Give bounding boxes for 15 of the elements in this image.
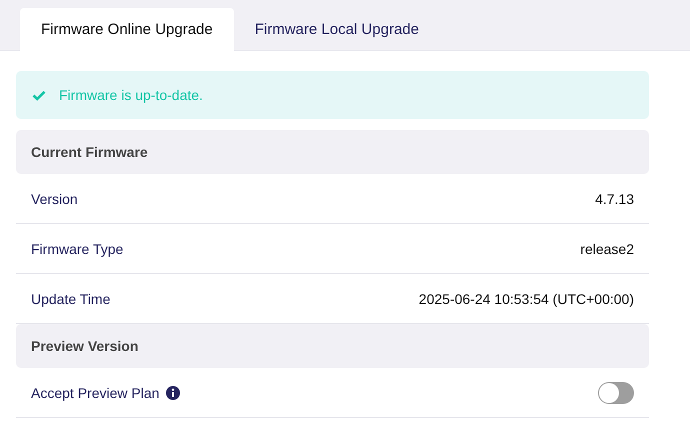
field-label: Version xyxy=(31,190,78,206)
field-label: Accept Preview Plan xyxy=(31,384,160,400)
section-title: Preview Version xyxy=(31,338,138,354)
field-value: 2025-06-24 10:53:54 (UTC+00:00) xyxy=(418,290,634,306)
tab[interactable]: Firmware Local Upgrade xyxy=(234,8,440,51)
info-icon[interactable] xyxy=(166,386,180,400)
check-icon xyxy=(32,90,46,100)
field-label: Update Time xyxy=(31,290,110,306)
toggle-switch[interactable] xyxy=(598,382,634,404)
tab[interactable]: Firmware Online Upgrade xyxy=(20,8,234,51)
field-value: release2 xyxy=(580,240,634,256)
field-value: 4.7.13 xyxy=(595,190,634,206)
alert-message: Firmware is up-to-date. xyxy=(59,87,203,103)
field-label: Firmware Type xyxy=(31,240,124,256)
section-title: Current Firmware xyxy=(31,144,148,160)
